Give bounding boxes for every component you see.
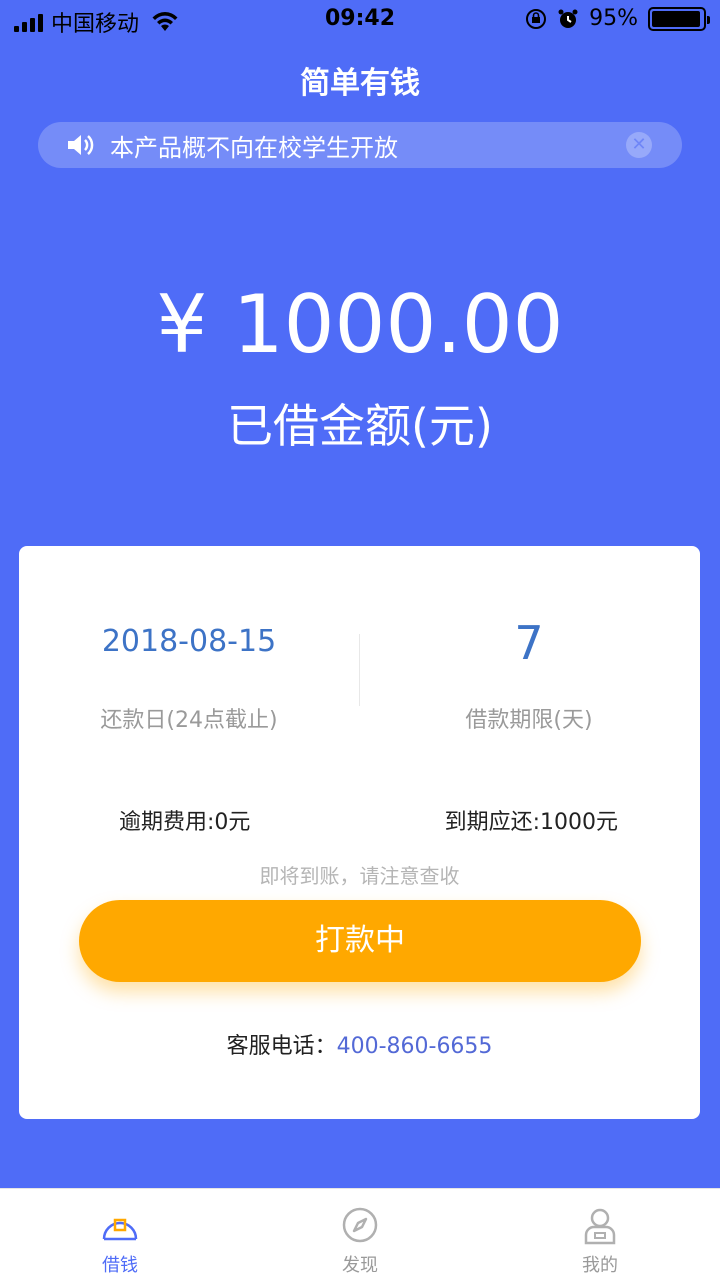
- loan-card: 2018-08-15 还款日(24点截止) 7 借款期限(天) 逾期费用:0元 …: [19, 546, 700, 1119]
- term-label: 借款期限(天): [465, 708, 593, 733]
- due-date-label: 还款日(24点截止): [100, 708, 278, 733]
- speaker-icon: [68, 135, 94, 155]
- user-icon: [584, 1208, 616, 1245]
- payout-status-button[interactable]: 打款中: [79, 900, 641, 982]
- tab-mine-label: 我的: [582, 1255, 618, 1276]
- compass-icon: [342, 1207, 378, 1243]
- close-icon[interactable]: ✕: [626, 132, 652, 158]
- tab-borrow[interactable]: 借钱: [0, 1189, 240, 1280]
- service-phone-link[interactable]: 400-860-6655: [337, 1034, 493, 1059]
- due-amount: 到期应还:1000元: [444, 810, 618, 835]
- tab-mine[interactable]: 我的: [480, 1189, 720, 1280]
- notice-text: 本产品概不向在校学生开放: [110, 133, 398, 162]
- tab-discover-label: 发现: [342, 1255, 378, 1276]
- status-right: 95%: [525, 6, 710, 31]
- battery-icon: [648, 6, 710, 31]
- due-date-value: 2018-08-15: [101, 624, 277, 659]
- overdue-fee: 逾期费用:0元: [119, 810, 251, 835]
- page-title: 简单有钱: [300, 66, 420, 101]
- battery-percent: 95%: [589, 6, 638, 31]
- notice-bar: 本产品概不向在校学生开放 ✕: [38, 122, 682, 168]
- tab-discover[interactable]: 发现: [240, 1189, 480, 1280]
- tab-borrow-label: 借钱: [102, 1255, 138, 1276]
- customer-service: 客服电话：400-860-6655: [19, 1028, 700, 1060]
- alarm-icon: [558, 9, 578, 28]
- borrowed-amount-label: 已借金额(元): [227, 399, 493, 453]
- battery-fill: [652, 10, 700, 27]
- status-bar: 中国移动 09:42 95%: [0, 0, 720, 40]
- arrival-hint: 即将到账，请注意查收: [259, 864, 460, 888]
- borrow-icon: [102, 1218, 138, 1241]
- tab-bar: 借钱 发现 我的: [0, 1188, 720, 1280]
- borrowed-amount: ¥ 1000.00: [156, 278, 564, 371]
- term-value: 7: [514, 616, 544, 670]
- service-label: 客服电话：: [226, 1034, 337, 1059]
- rotation-lock-icon: [526, 8, 547, 29]
